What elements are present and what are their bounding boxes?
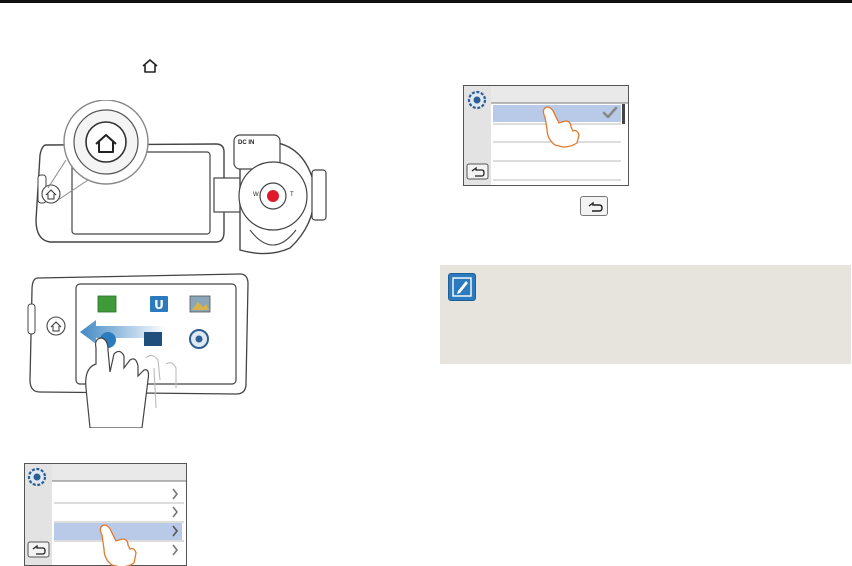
camcorder-illustration: DC IN W T — [28, 100, 333, 260]
record-button — [267, 190, 279, 202]
zoom-wide-label: W — [253, 192, 259, 198]
option-list-illustration — [463, 85, 629, 186]
settings-list-illustration — [24, 463, 187, 566]
dc-in-label: DC IN — [238, 140, 255, 146]
home-icon — [141, 58, 159, 74]
touchscreen-swipe-illustration: U — [26, 268, 256, 428]
back-arrow-icon — [580, 196, 608, 216]
note-box — [440, 265, 851, 364]
zoom-tele-label: T — [290, 192, 294, 198]
page-top-rule — [0, 0, 852, 3]
pencil-note-icon — [448, 273, 476, 301]
svg-text:U: U — [154, 298, 164, 312]
